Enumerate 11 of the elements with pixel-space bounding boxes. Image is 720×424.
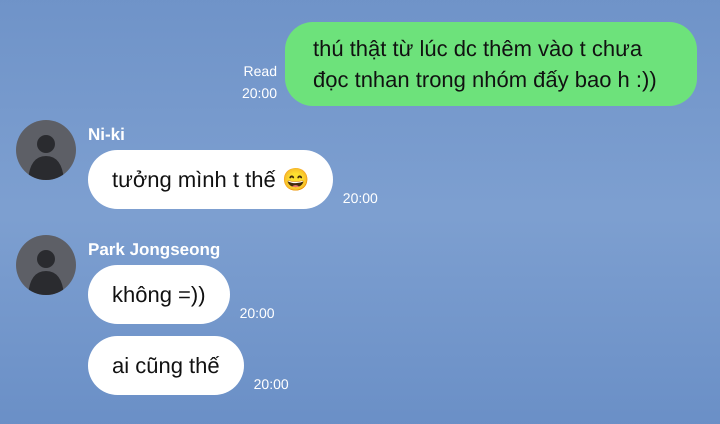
message-time: 20:00 — [254, 375, 289, 393]
read-receipt: Read — [244, 62, 277, 81]
sender-name: Park Jongseong — [88, 240, 222, 260]
message-time: 20:00 — [242, 84, 277, 103]
message-time: 20:00 — [240, 304, 275, 322]
received-message-bubble: ai cũng thế — [88, 336, 244, 395]
received-message-bubble: tưởng mình t thế 😄 — [88, 150, 333, 209]
received-message-bubble: không =)) — [88, 265, 230, 324]
sent-message-bubble: thú thật từ lúc dc thêm vào t chưa đọc tnhan trong nhóm đấy bao h :)) — [285, 22, 697, 106]
sender-name: Ni-ki — [88, 125, 126, 145]
message-time: 20:00 — [342, 189, 378, 207]
